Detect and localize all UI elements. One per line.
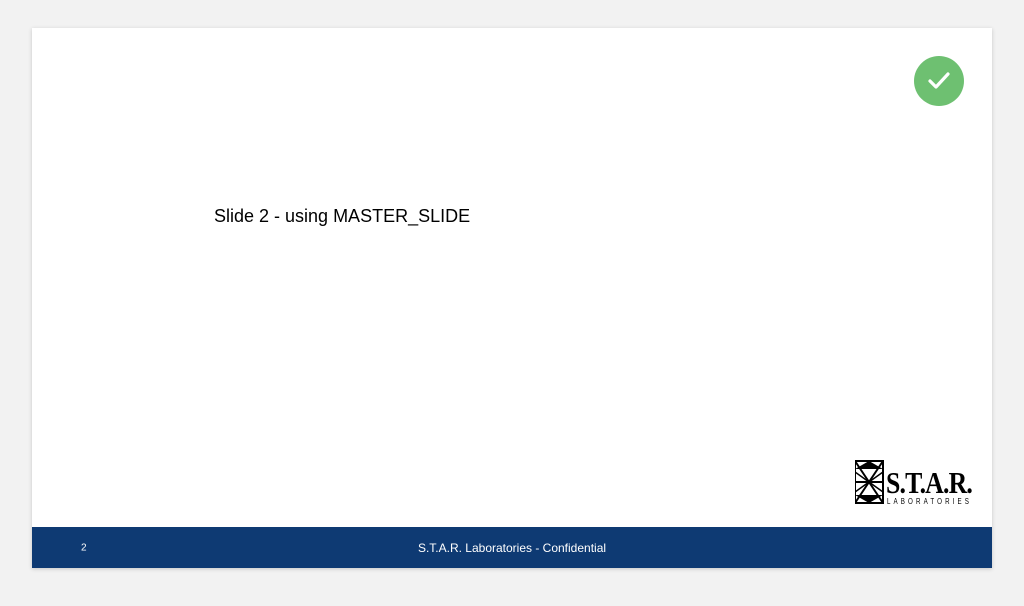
star-labs-logo: S.T.A.R. LABORATORIES [855, 457, 973, 509]
footer-confidential-text: S.T.A.R. Laboratories - Confidential [418, 541, 606, 555]
logo-sub-text: LABORATORIES [887, 497, 972, 506]
logo-main-text: S.T.A.R. [886, 465, 972, 500]
success-check-icon [914, 56, 964, 106]
footer-bar: 2 S.T.A.R. Laboratories - Confidential [32, 527, 992, 568]
page-number: 2 [81, 542, 87, 553]
slide-canvas: Slide 2 - using MASTER_SLIDE [32, 28, 992, 568]
slide-title: Slide 2 - using MASTER_SLIDE [214, 206, 470, 227]
